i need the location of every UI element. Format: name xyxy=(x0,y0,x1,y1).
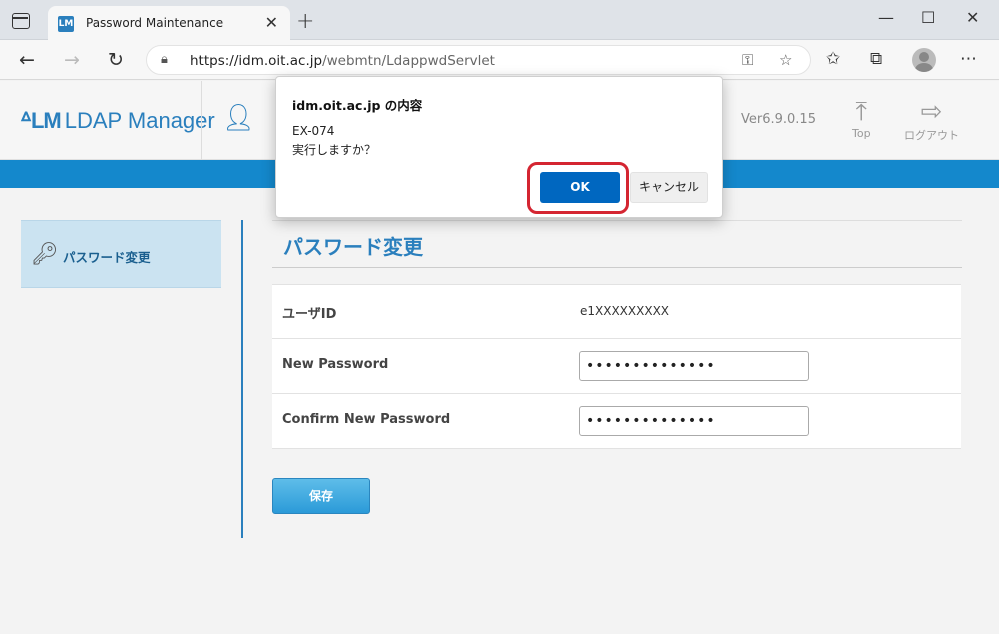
user-settings-icon[interactable]: 👤︎ xyxy=(222,103,255,133)
ok-button[interactable]: OK xyxy=(540,172,620,203)
dialog-code: EX-074 xyxy=(292,124,335,138)
top-label: Top xyxy=(852,127,871,140)
new-tab-button[interactable]: + xyxy=(296,9,314,34)
table-row: Confirm New Password •••••••••••••• xyxy=(272,394,961,449)
cancel-button[interactable]: キャンセル xyxy=(630,172,708,203)
close-window-button[interactable]: ✕ xyxy=(966,8,979,27)
forward-icon: → xyxy=(64,49,80,71)
new-password-input[interactable]: •••••••••••••• xyxy=(579,351,809,381)
dialog-message: 実行しますか？ xyxy=(292,143,377,157)
sidebar-divider xyxy=(241,220,243,538)
more-menu-icon[interactable]: ⋯ xyxy=(960,49,977,69)
top-button[interactable]: ⤒ Top xyxy=(852,97,871,140)
confirm-dialog: idm.oit.ac.jp の内容 EX-074 実行しますか？ OK キャンセ… xyxy=(275,76,723,218)
new-password-label: New Password xyxy=(282,357,389,372)
dialog-title: idm.oit.ac.jp の内容 xyxy=(292,98,423,113)
confirm-password-label: Confirm New Password xyxy=(282,412,451,427)
back-icon[interactable]: ← xyxy=(19,49,35,71)
key-icon: 🔑︎ xyxy=(31,242,59,267)
header-divider xyxy=(201,81,202,160)
profile-avatar[interactable] xyxy=(912,48,936,72)
collections-icon[interactable]: ⧉ xyxy=(870,49,882,69)
user-id-label: ユーザID xyxy=(282,307,337,322)
site-favicon-icon: LM xyxy=(58,16,74,32)
maximize-button[interactable]: ☐ xyxy=(921,8,935,27)
version-label: Ver6.9.0.15 xyxy=(741,112,816,127)
tab-close-icon[interactable]: ✕ xyxy=(265,13,278,32)
browser-tab[interactable]: LM Password Maintenance ✕ xyxy=(48,6,290,40)
password-form: ユーザID e1XXXXXXXXX New Password •••••••••… xyxy=(272,284,961,449)
table-row: New Password •••••••••••••• xyxy=(272,339,961,394)
page-title: パスワード変更 xyxy=(283,235,423,259)
section-header: パスワード変更 xyxy=(272,220,962,268)
table-row: ユーザID e1XXXXXXXXX xyxy=(272,285,961,339)
lock-icon[interactable]: 🔒︎ xyxy=(161,52,168,67)
app-logo[interactable]: ᐞLM LDAP Manager xyxy=(20,108,215,134)
confirm-password-input[interactable]: •••••••••••••• xyxy=(579,406,809,436)
tab-actions-icon[interactable] xyxy=(12,13,30,29)
address-bar[interactable]: 🔒︎ https://idm.oit.ac.jp/webmtn/LdappwdS… xyxy=(146,45,811,75)
browser-tab-bar: LM Password Maintenance ✕ + — ☐ ✕ xyxy=(0,0,999,40)
save-button[interactable]: 保存 xyxy=(272,478,370,514)
browser-toolbar: ← → ↻ 🔒︎ https://idm.oit.ac.jp/webmtn/Ld… xyxy=(0,40,999,80)
logout-icon: ⇨ xyxy=(920,97,943,127)
logout-button[interactable]: ⇨ ログアウト xyxy=(904,97,959,143)
url-text: https://idm.oit.ac.jp/webmtn/LdappwdServ… xyxy=(190,53,495,69)
minimize-button[interactable]: — xyxy=(878,8,894,27)
sidebar-item-password-change[interactable]: 🔑︎ パスワード変更 xyxy=(21,220,221,288)
sidebar-item-label: パスワード変更 xyxy=(63,250,151,265)
refresh-icon[interactable]: ↻ xyxy=(108,49,124,71)
user-id-value: e1XXXXXXXXX xyxy=(580,304,670,318)
favorites-icon[interactable]: ✩ xyxy=(826,49,840,69)
add-favorite-icon[interactable]: ☆ xyxy=(779,51,792,69)
key-icon[interactable]: ⚿ xyxy=(742,51,753,69)
logout-label: ログアウト xyxy=(904,129,959,142)
top-arrow-icon: ⤒ xyxy=(855,97,868,127)
tab-title: Password Maintenance xyxy=(86,16,224,30)
